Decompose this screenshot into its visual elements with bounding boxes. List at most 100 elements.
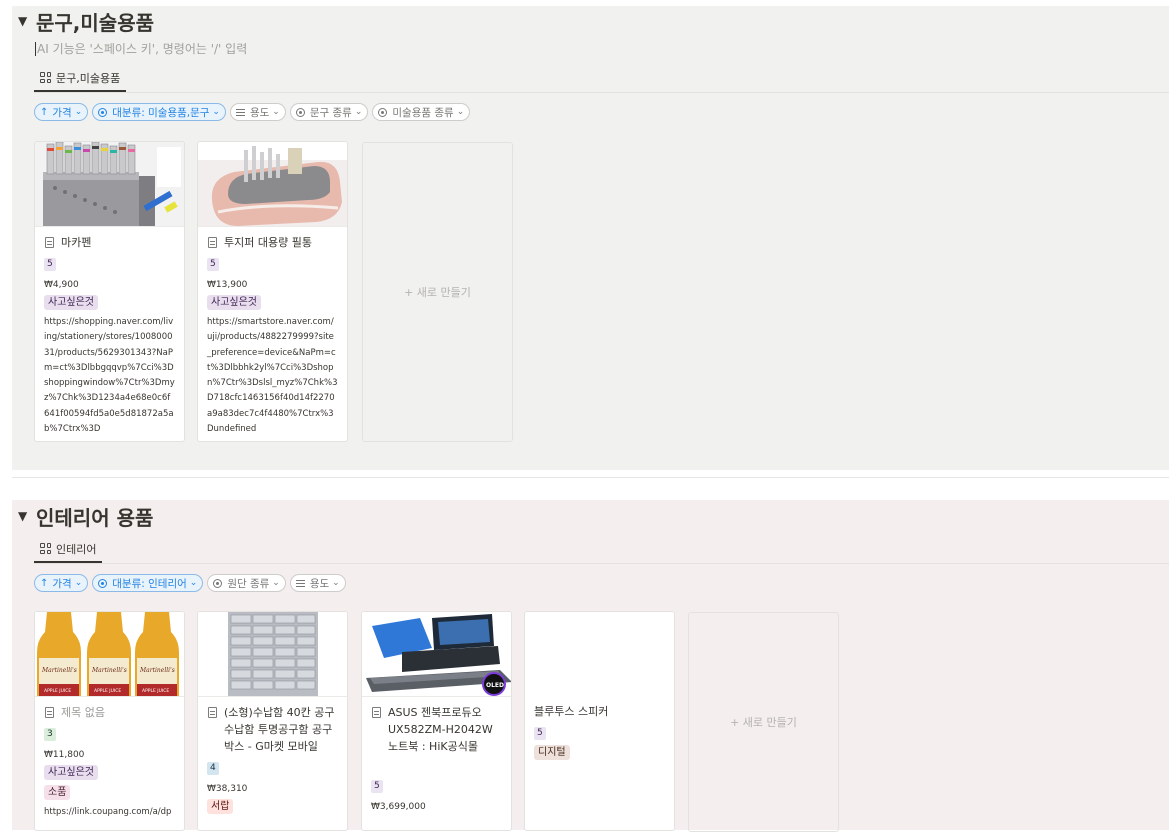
rating-badge: 4 bbox=[207, 762, 219, 775]
chevron-down-icon: ⌄ bbox=[212, 107, 220, 117]
chevron-down-icon: ⌄ bbox=[332, 578, 340, 588]
rating-badge: 3 bbox=[44, 728, 56, 741]
filter-category-chip[interactable]: 대분류: 미술용품,문구 ⌄ bbox=[92, 103, 226, 121]
list-icon bbox=[295, 578, 305, 589]
chevron-down-icon: ⌄ bbox=[354, 107, 363, 117]
section-header: ▼ 인테리어 용품 bbox=[18, 503, 154, 530]
card-title-text: (소형)수납함 40칸 공구 수납함 투명공구함 공구박스 - G마켓 모바일 bbox=[224, 706, 335, 753]
juice-brand-label: Martinelli's bbox=[139, 667, 175, 674]
view-tab-label: 인테리어 bbox=[56, 542, 97, 556]
gallery-card[interactable]: (소형)수납함 40칸 공구 수납함 투명공구함 공구박스 - G마켓 모바일 … bbox=[197, 611, 348, 831]
sort-price-chip[interactable]: ↑ 가격 ⌄ bbox=[34, 574, 89, 592]
page-icon bbox=[208, 237, 217, 248]
filter-category-chip[interactable]: 대분류: 인테리어 ⌄ bbox=[92, 574, 204, 592]
filter-purpose-chip[interactable]: 용도 ⌄ bbox=[229, 103, 286, 121]
card-thumbnail bbox=[35, 142, 184, 227]
view-tabs: 문구,미술용품 bbox=[34, 64, 1169, 93]
card-title-text: ASUS 젠북프로듀오 UX582ZM-H2042W 노트북 : HiK공식몰 bbox=[388, 706, 493, 753]
card-title[interactable]: 마카펜 bbox=[44, 234, 175, 251]
juice-brand-label: Martinelli's bbox=[91, 667, 127, 674]
card-title[interactable]: 투지퍼 대용량 필통 bbox=[207, 234, 338, 251]
gallery-icon bbox=[40, 543, 51, 554]
section-title: 인테리어 용품 bbox=[36, 505, 154, 530]
price-text: ₩11,800 bbox=[44, 750, 85, 760]
tag-props: 소품 bbox=[44, 785, 71, 800]
tag-want: 사고싶은것 bbox=[44, 295, 98, 310]
text-cursor bbox=[35, 42, 36, 56]
gallery-card[interactable]: OLED ASUS 젠북프로듀오 UX582ZM-H2042W 노트북 : Hi… bbox=[361, 611, 512, 831]
url-text[interactable]: https://link.coupang.com/a/dp bbox=[44, 805, 175, 820]
ai-placeholder-hint[interactable]: AI 기능은 '스페이스 키', 명령어는 '/' 입력 bbox=[35, 40, 247, 57]
rating-badge: 5 bbox=[207, 258, 219, 271]
chip-label: 용도 bbox=[309, 577, 330, 590]
chevron-down-icon: ⌄ bbox=[189, 578, 198, 588]
chip-label: 용도 bbox=[249, 106, 270, 119]
filter-bar: ↑ 가격 ⌄ 대분류: 미술용품,문구 ⌄ 용도 ⌄ 문구 종류 ⌄ 미술용품 종류 ⌄ bbox=[34, 102, 471, 122]
ai-hint-text: AI 기능은 '스페이스 키', 명령어는 '/' 입력 bbox=[37, 42, 248, 56]
card-thumbnail bbox=[198, 142, 347, 227]
filter-bar: ↑ 가격 ⌄ 대분류: 인테리어 ⌄ 원단 종류 ⌄ 용도 ⌄ bbox=[34, 573, 346, 593]
gallery-card[interactable]: 블루투스 스피커 5 디지털 bbox=[524, 611, 675, 831]
arrow-up-icon: ↑ bbox=[40, 106, 49, 118]
new-card-button[interactable]: + 새로 만들기 bbox=[362, 142, 513, 442]
chevron-down-icon: ⌄ bbox=[74, 578, 83, 588]
view-tabs: 인테리어 bbox=[34, 535, 1169, 564]
section-header: ▼ 문구,미술용품 bbox=[18, 8, 154, 35]
rating-badge: 5 bbox=[371, 780, 383, 793]
filter-art-type-chip[interactable]: 미술용품 종류 ⌄ bbox=[372, 103, 471, 121]
database-section-interior: ▼ 인테리어 용품 인테리어 ↑ 가격 ⌄ 대분류: 인테리어 ⌄ 원단 종류 ⌄ 용도… bbox=[12, 500, 1169, 832]
chevron-down-icon: ⌄ bbox=[272, 578, 280, 588]
section-title: 문구,미술용품 bbox=[36, 10, 154, 35]
gallery-card[interactable]: Martinelli's Martinelli's Martinelli's A… bbox=[34, 611, 185, 831]
chip-label: 미술용품 종류 bbox=[392, 106, 454, 119]
page-icon bbox=[45, 707, 54, 718]
card-title[interactable]: (소형)수납함 40칸 공구 수납함 투명공구함 공구박스 - G마켓 모바일 bbox=[207, 704, 338, 755]
filter-fabric-chip[interactable]: 원단 종류 ⌄ bbox=[207, 574, 286, 592]
tab-gallery-view[interactable]: 문구,미술용품 bbox=[34, 64, 127, 92]
collapse-toggle-icon[interactable]: ▼ bbox=[18, 14, 36, 28]
tag-want: 사고싶은것 bbox=[44, 765, 98, 780]
gallery-card[interactable]: 투지퍼 대용량 필통 5 ₩13,900 사고싶은것 https://smart… bbox=[197, 141, 348, 442]
list-icon bbox=[235, 107, 245, 118]
card-thumbnail bbox=[198, 612, 347, 697]
tag-drawer: 서랍 bbox=[207, 799, 234, 814]
sort-price-chip[interactable]: ↑ 가격 ⌄ bbox=[34, 103, 89, 121]
chip-label: 대분류: 미술용품,문구 bbox=[112, 106, 210, 119]
card-title[interactable]: 제목 없음 bbox=[44, 704, 175, 721]
price-text: ₩38,310 bbox=[207, 784, 248, 794]
tag-digital: 디지털 bbox=[534, 745, 570, 760]
card-title-text: 블루투스 스피커 bbox=[534, 705, 609, 718]
card-title-text: 투지퍼 대용량 필통 bbox=[224, 236, 312, 249]
url-text[interactable]: https://smartstore.naver.com/uji/product… bbox=[207, 315, 338, 437]
chip-label: 가격 bbox=[52, 106, 72, 119]
rating-badge: 5 bbox=[44, 258, 56, 271]
juice-brand-label: Martinelli's bbox=[41, 667, 77, 674]
price-text: ₩3,699,000 bbox=[371, 802, 426, 812]
juice-sub-label: APPLE JUICE bbox=[94, 688, 121, 694]
chevron-down-icon: ⌄ bbox=[74, 107, 83, 117]
new-card-label: + 새로 만들기 bbox=[404, 286, 471, 299]
new-card-button[interactable]: + 새로 만들기 bbox=[688, 612, 839, 832]
filter-circle-icon bbox=[98, 107, 108, 117]
filter-circle-icon bbox=[213, 578, 223, 588]
arrow-up-icon: ↑ bbox=[40, 577, 49, 589]
card-title[interactable]: 블루투스 스피커 bbox=[534, 703, 665, 720]
chip-label: 원단 종류 bbox=[227, 577, 270, 590]
oled-badge-text: OLED bbox=[486, 682, 504, 689]
gallery-card[interactable]: 마카펜 5 ₩4,900 사고싶은것 https://shopping.nave… bbox=[34, 141, 185, 442]
chevron-down-icon: ⌄ bbox=[272, 107, 280, 117]
divider bbox=[12, 477, 1169, 478]
tag-want: 사고싶은것 bbox=[207, 295, 261, 310]
card-thumbnail: OLED bbox=[362, 612, 511, 697]
chip-label: 가격 bbox=[52, 577, 72, 590]
chevron-down-icon: ⌄ bbox=[456, 107, 465, 117]
page-icon bbox=[45, 237, 54, 248]
card-title[interactable]: ASUS 젠북프로듀오 UX582ZM-H2042W 노트북 : HiK공식몰 bbox=[371, 704, 502, 755]
filter-stationery-type-chip[interactable]: 문구 종류 ⌄ bbox=[289, 103, 369, 121]
collapse-toggle-icon[interactable]: ▼ bbox=[18, 509, 36, 523]
filter-purpose-chip[interactable]: 용도 ⌄ bbox=[289, 574, 346, 592]
tab-gallery-view[interactable]: 인테리어 bbox=[34, 535, 103, 563]
card-title-text: 마카펜 bbox=[61, 236, 92, 249]
url-text[interactable]: https://shopping.naver.com/living/statio… bbox=[44, 315, 175, 437]
view-tab-label: 문구,미술용품 bbox=[56, 71, 121, 85]
